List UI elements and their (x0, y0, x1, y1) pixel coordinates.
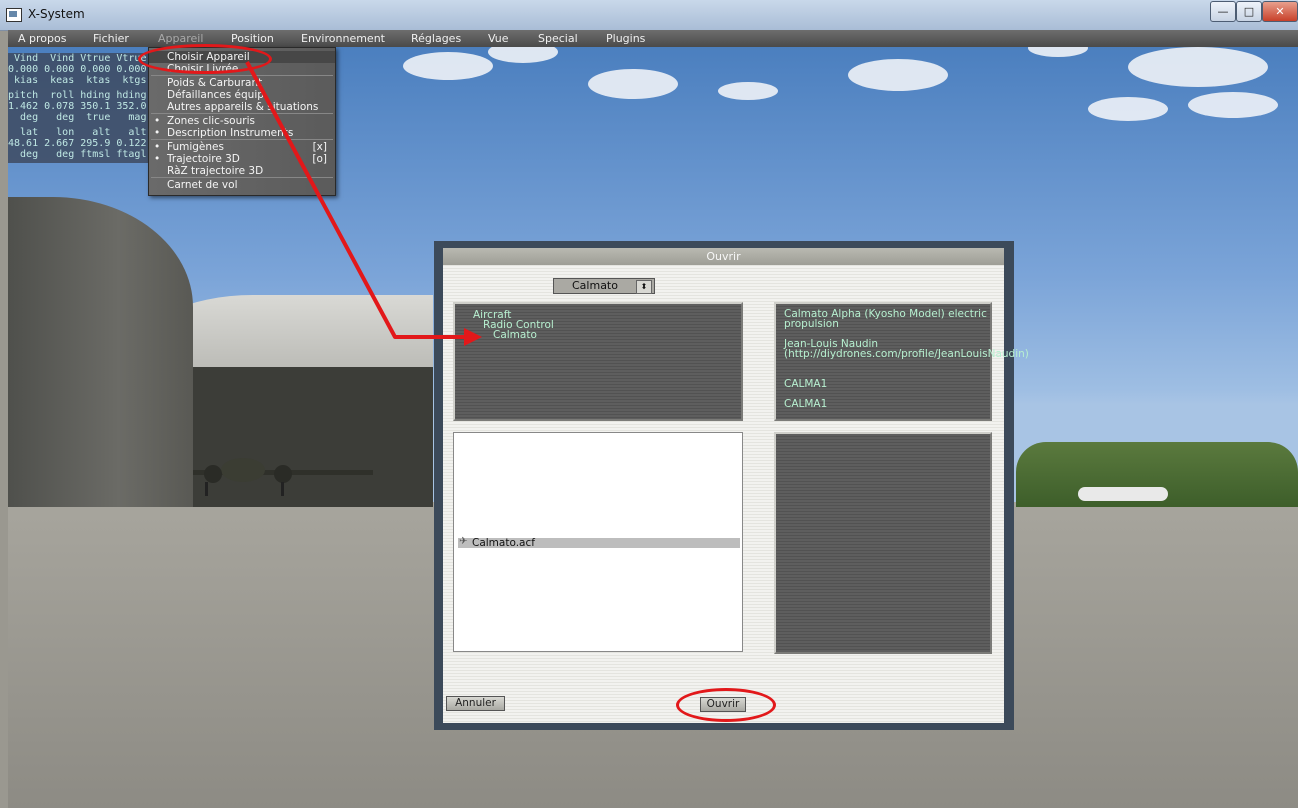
annotation-arrow (245, 61, 482, 346)
